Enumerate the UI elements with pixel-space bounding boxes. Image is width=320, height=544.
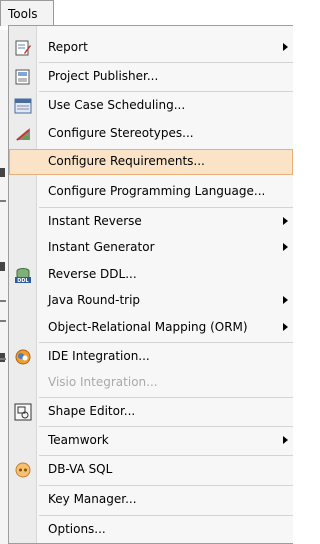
submenu-arrow-icon [283, 436, 288, 444]
menu-item-shape-editor[interactable]: Shape Editor... [9, 399, 293, 425]
menu-item-label: Key Manager... [48, 492, 137, 506]
menu-item-teamwork[interactable]: Teamwork [9, 428, 293, 454]
menubar-tools-label: Tools [8, 7, 38, 21]
menubar-tools[interactable]: Tools [0, 0, 54, 26]
svg-text:DDL: DDL [17, 278, 29, 284]
configure-stereotypes-icon [16, 128, 30, 141]
submenu-arrow-icon [283, 323, 288, 331]
use-case-scheduling-icon [14, 98, 32, 114]
reverse-ddl-icon: DDL [15, 268, 31, 284]
background-fragment [0, 358, 6, 360]
menu-separator [39, 342, 293, 343]
menu-item-report[interactable]: Report [9, 35, 293, 61]
menu-item-java-round-trip[interactable]: Java Round-trip [9, 288, 293, 314]
menu-separator [39, 62, 293, 63]
menu-item-label: Configure Programming Language... [48, 184, 266, 198]
menu-item-label: Visio Integration... [48, 375, 158, 389]
menu-item-label: Configure Requirements... [48, 154, 205, 168]
menu-separator [39, 207, 293, 208]
submenu-arrow-icon [283, 243, 288, 251]
menu-item-label: DB-VA SQL [48, 462, 113, 476]
menu-item-project-publisher[interactable]: Project Publisher... [9, 64, 293, 90]
menu-separator [39, 515, 293, 516]
menu-item-options[interactable]: Options... [9, 517, 293, 543]
background-fragment [0, 320, 6, 322]
menu-item-label: Instant Reverse [48, 214, 142, 228]
submenu-arrow-icon [283, 43, 288, 51]
menu-item-label: Instant Generator [48, 240, 155, 254]
menu-separator [39, 426, 293, 427]
tools-menu: Report Project Publisher... Use Case Sch… [8, 25, 293, 544]
report-icon [15, 40, 31, 56]
ide-integration-icon [15, 349, 31, 365]
menu-item-configure-programming-language[interactable]: Configure Programming Language... [9, 179, 293, 205]
db-va-sql-icon [15, 462, 31, 478]
menu-separator [39, 91, 293, 92]
menu-item-orm[interactable]: Object-Relational Mapping (ORM) [9, 315, 293, 341]
menu-item-label: Configure Stereotypes... [48, 126, 194, 140]
menu-item-label: Object-Relational Mapping (ORM) [48, 320, 248, 334]
menu-item-key-manager[interactable]: Key Manager... [9, 487, 293, 513]
menu-item-label: Teamwork [48, 433, 109, 447]
menu-item-db-va-sql[interactable]: DB-VA SQL [9, 457, 293, 483]
submenu-arrow-icon [283, 296, 288, 304]
menu-item-label: Java Round-trip [48, 293, 141, 307]
menu-item-reverse-ddl[interactable]: DDL Reverse DDL... [9, 262, 293, 288]
background-fragment [0, 200, 6, 202]
menu-item-ide-integration[interactable]: IDE Integration... [9, 344, 293, 370]
background-fragment [0, 262, 5, 271]
menu-item-label: Shape Editor... [48, 404, 136, 418]
background-fragment [0, 300, 6, 302]
menu-separator [39, 397, 293, 398]
menu-item-instant-generator[interactable]: Instant Generator [9, 235, 293, 261]
shape-editor-icon [14, 403, 32, 421]
menu-item-visio-integration: Visio Integration... [9, 370, 293, 396]
project-publisher-icon [15, 69, 30, 85]
menu-item-use-case-scheduling[interactable]: Use Case Scheduling... [9, 93, 293, 119]
menu-item-instant-reverse[interactable]: Instant Reverse [9, 209, 293, 235]
menu-item-label: Use Case Scheduling... [48, 98, 186, 112]
background-fragment [0, 168, 5, 177]
menu-item-configure-stereotypes[interactable]: Configure Stereotypes... [9, 121, 293, 147]
menu-item-label: Report [48, 40, 88, 54]
menu-separator [39, 485, 293, 486]
menu-separator [39, 455, 293, 456]
menu-item-label: Options... [48, 522, 106, 536]
submenu-arrow-icon [283, 217, 288, 225]
menu-item-label: Project Publisher... [48, 69, 159, 83]
menu-item-label: Reverse DDL... [48, 267, 137, 281]
menu-item-configure-requirements[interactable]: Configure Requirements... [9, 149, 293, 175]
menu-item-label: IDE Integration... [48, 349, 150, 363]
